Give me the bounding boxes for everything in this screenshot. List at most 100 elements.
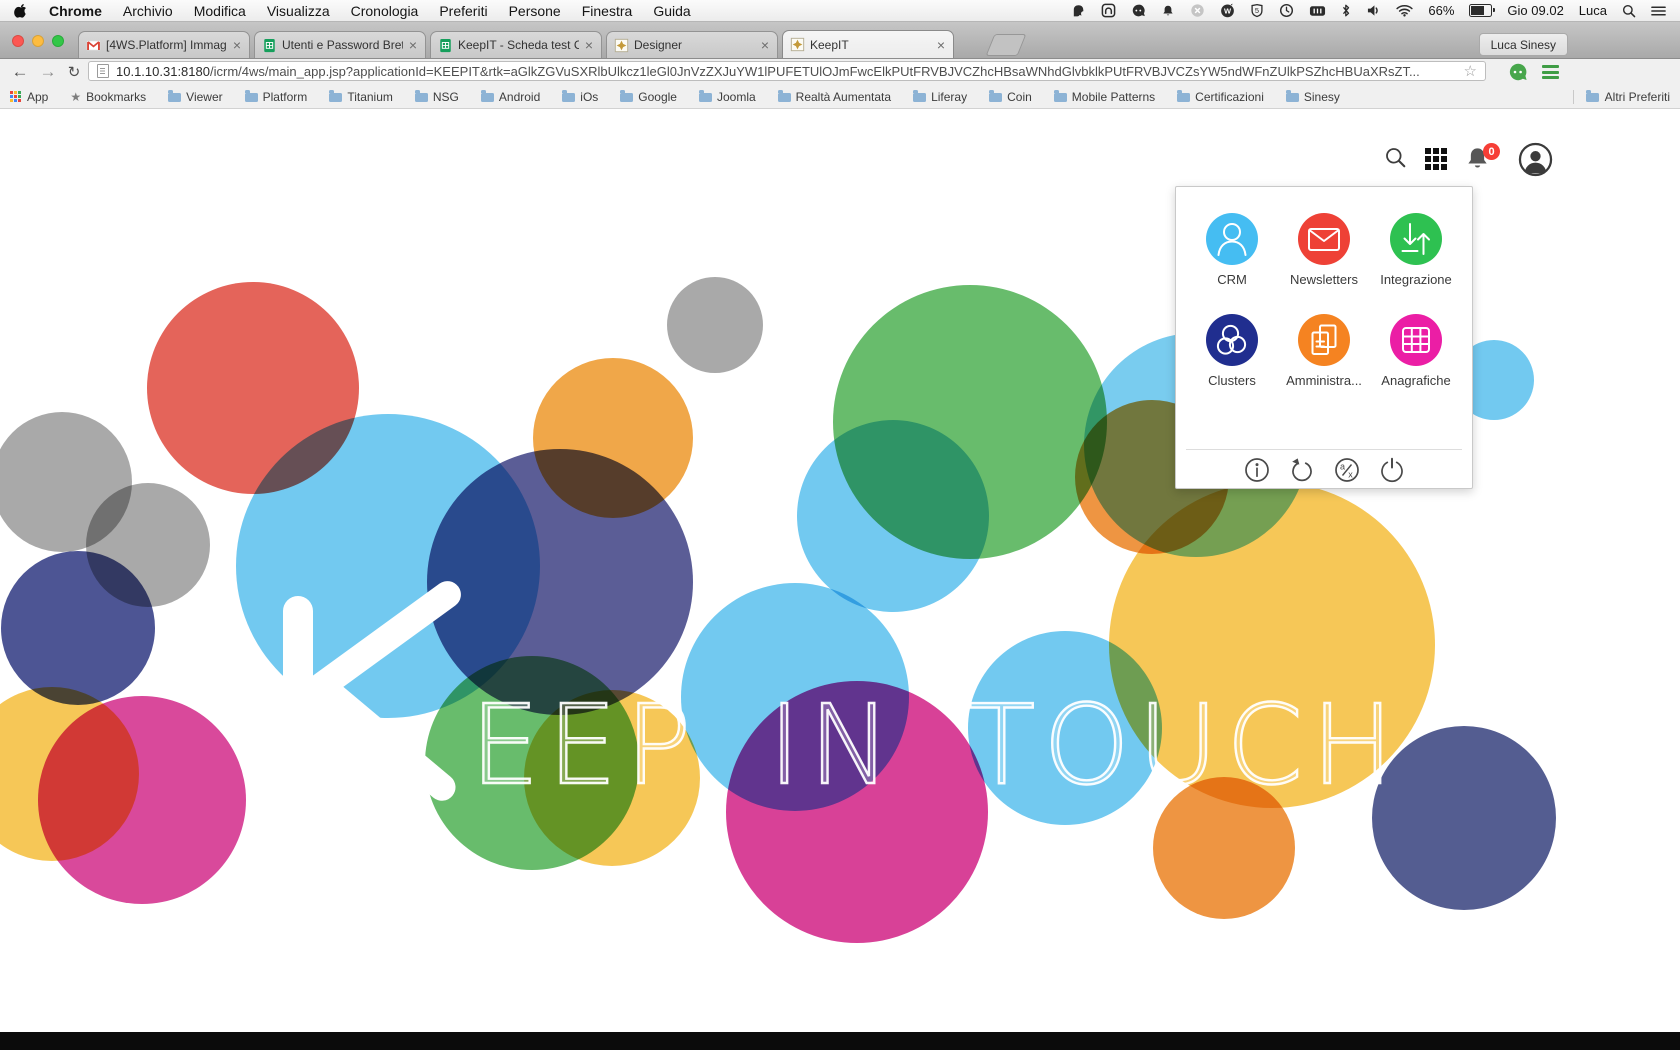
disabled-app-icon[interactable] — [1190, 3, 1205, 19]
launcher-app-amministra[interactable]: Amministra... — [1279, 314, 1369, 388]
bell-status-icon[interactable] — [1161, 3, 1175, 19]
spotlight-icon[interactable] — [1622, 3, 1636, 19]
bookmark-label: Bookmarks — [86, 90, 146, 104]
notifications-bell-icon[interactable]: 0 — [1464, 145, 1498, 175]
menu-archivio[interactable]: Archivio — [123, 3, 173, 19]
bookmark-bookmarks[interactable]: ★Bookmarks — [70, 90, 146, 104]
bluetooth-icon[interactable] — [1341, 3, 1351, 19]
chat-app-icon[interactable] — [1131, 3, 1146, 19]
bookmark-realt-aumentata[interactable]: Realtà Aumentata — [778, 90, 891, 104]
menu-finestra[interactable]: Finestra — [582, 3, 633, 19]
address-bar[interactable]: 10.1.10.31:8180 /icrm/4ws/main_app.jsp?a… — [88, 61, 1486, 81]
bookmark-platform[interactable]: Platform — [245, 90, 308, 104]
bookmark-nsg[interactable]: NSG — [415, 90, 459, 104]
new-tab-button[interactable] — [986, 34, 1027, 56]
launcher-app-newsletters[interactable]: Newsletters — [1279, 213, 1369, 287]
docs-icon — [1298, 314, 1350, 366]
tab-close-icon[interactable]: × — [232, 38, 242, 52]
menu-preferiti[interactable]: Preferiti — [439, 3, 487, 19]
browser-tab-designer[interactable]: Designer × — [606, 31, 778, 58]
info-icon[interactable] — [1243, 456, 1271, 484]
folder-icon — [168, 93, 181, 102]
window-minimize-button[interactable] — [32, 35, 44, 47]
tab-strip: [4WS.Platform] Immagini × Utenti e Passw… — [0, 22, 1680, 59]
menu-visualizza[interactable]: Visualizza — [267, 3, 330, 19]
reload-button[interactable]: ↻ — [62, 60, 86, 84]
forward-button[interactable]: → — [36, 60, 60, 84]
sheets-favicon-icon — [438, 38, 453, 53]
bookmark-viewer[interactable]: Viewer — [168, 90, 222, 104]
bookmark-joomla[interactable]: Joomla — [699, 90, 756, 104]
profile-chip[interactable]: Luca Sinesy — [1479, 33, 1568, 56]
wunderlist-icon[interactable]: W — [1220, 3, 1235, 19]
menu-app-name[interactable]: Chrome — [49, 3, 102, 19]
bookmark-label: Android — [499, 90, 540, 104]
bookmark-titanium[interactable]: Titanium — [329, 90, 393, 104]
browser-tab-keepit[interactable]: KeepIT × — [782, 30, 954, 58]
apple-icon[interactable] — [14, 3, 28, 19]
battery-percent: 66% — [1428, 3, 1454, 18]
refresh-icon[interactable] — [1288, 456, 1316, 484]
bookmark-mobile-patterns[interactable]: Mobile Patterns — [1054, 90, 1155, 104]
menu-modifica[interactable]: Modifica — [194, 3, 246, 19]
bookmark-app[interactable]: App — [10, 90, 48, 104]
browser-tab-4ws-platform-immagini[interactable]: [4WS.Platform] Immagini × — [78, 31, 250, 58]
bookmark-coin[interactable]: Coin — [989, 90, 1032, 104]
url-host: 10.1.10.31:8180 — [116, 64, 210, 79]
launcher-app-integrazione[interactable]: Integrazione — [1371, 213, 1461, 287]
launcher-app-clusters[interactable]: Clusters — [1187, 314, 1277, 388]
time-machine-icon[interactable] — [1279, 3, 1294, 19]
menu-persone[interactable]: Persone — [509, 3, 561, 19]
bookmark-star-icon[interactable]: ☆ — [1464, 62, 1477, 80]
window-close-button[interactable] — [12, 35, 24, 47]
back-button[interactable]: ← — [8, 60, 32, 84]
folder-icon — [481, 93, 494, 102]
launcher-app-anagrafiche[interactable]: Anagrafiche — [1371, 314, 1461, 388]
launcher-app-label: CRM — [1217, 272, 1247, 287]
keyboard-battery-icon[interactable] — [1309, 3, 1326, 19]
power-icon[interactable] — [1378, 456, 1406, 484]
bookmark-certificazioni[interactable]: Certificazioni — [1177, 90, 1264, 104]
bookmark-label: NSG — [433, 90, 459, 104]
browser-tab-keepit-scheda-test-clus[interactable]: KeepIT - Scheda test Clus × — [430, 31, 602, 58]
launcher-app-crm[interactable]: CRM — [1187, 213, 1277, 287]
bookmark-google[interactable]: Google — [620, 90, 677, 104]
wifi-icon[interactable] — [1396, 3, 1413, 19]
user-avatar-icon[interactable] — [1518, 142, 1553, 177]
battery-icon[interactable] — [1469, 3, 1492, 19]
app-launcher-grid-icon[interactable] — [1425, 148, 1448, 171]
bookmark-ios[interactable]: iOs — [562, 90, 598, 104]
notification-center-icon[interactable] — [1651, 3, 1666, 19]
bookmark-liferay[interactable]: Liferay — [913, 90, 967, 104]
bookmark-label: Joomla — [717, 90, 756, 104]
language-icon[interactable]: ax — [1333, 456, 1361, 484]
tab-close-icon[interactable]: × — [584, 38, 594, 52]
svg-text:x: x — [1348, 470, 1353, 480]
folder-icon — [1286, 93, 1299, 102]
menu-guida[interactable]: Guida — [653, 3, 690, 19]
browser-tab-utenti-e-password-breton[interactable]: Utenti e Password Breton × — [254, 31, 426, 58]
hero-circle — [38, 696, 246, 904]
extension-icon[interactable] — [1508, 62, 1528, 82]
window-app-icon[interactable] — [1101, 3, 1116, 19]
shield-app-icon[interactable]: 5 — [1250, 3, 1264, 19]
chrome-menu-icon[interactable] — [1542, 62, 1562, 82]
menu-cronologia[interactable]: Cronologia — [351, 3, 419, 19]
svg-text:5: 5 — [1255, 6, 1259, 15]
bookmark-label: Liferay — [931, 90, 967, 104]
tab-close-icon[interactable]: × — [936, 38, 946, 52]
folder-icon — [1054, 93, 1067, 102]
menubar-clock[interactable]: Gio 09.02 — [1507, 3, 1563, 18]
bookmark-android[interactable]: Android — [481, 90, 540, 104]
gmail-favicon-icon — [86, 38, 101, 53]
tab-close-icon[interactable]: × — [408, 38, 418, 52]
tab-close-icon[interactable]: × — [760, 38, 770, 52]
window-zoom-button[interactable] — [52, 35, 64, 47]
bookmark-sinesy[interactable]: Sinesy — [1286, 90, 1340, 104]
menubar-user[interactable]: Luca — [1579, 3, 1607, 18]
evernote-icon[interactable] — [1071, 3, 1086, 19]
volume-icon[interactable] — [1366, 3, 1381, 19]
other-bookmarks-button[interactable]: Altri Preferiti — [1573, 90, 1670, 104]
page-document-icon — [97, 64, 109, 78]
search-icon[interactable] — [1384, 146, 1408, 170]
